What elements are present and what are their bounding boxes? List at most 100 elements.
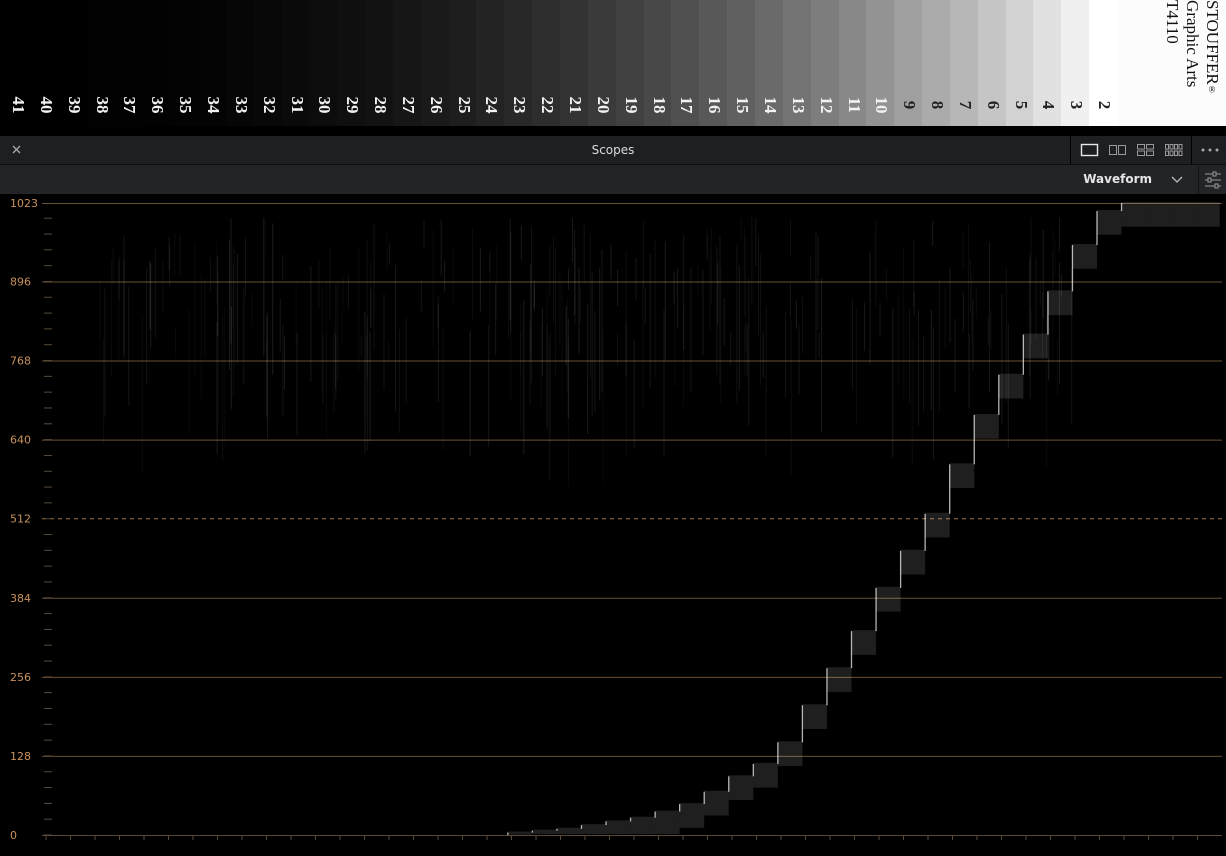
waveform-step-haze	[1195, 202, 1220, 227]
stouffer-label: STOUFFER® Graphic Arts T4110	[1118, 0, 1226, 126]
waveform-step-haze	[900, 549, 926, 575]
step-wedge-strip: 41 40 39 38 37 36 35 34 33 32 31 30 29 28 27 26 25 24 23 22…	[0, 0, 1226, 126]
y-tick-label: 128	[10, 750, 31, 763]
scope-type-label: Waveform	[1083, 172, 1152, 186]
waveform-step-haze	[1097, 210, 1122, 235]
waveform-step-haze	[1023, 333, 1048, 359]
wedge-step-number: 11	[844, 96, 864, 114]
ellipsis-icon	[1201, 148, 1219, 152]
scope-settings-button[interactable]	[1198, 166, 1226, 194]
waveform-step-haze	[974, 413, 999, 439]
wedge-step-number: 7	[955, 100, 975, 110]
layout-eight-icon	[1165, 144, 1183, 156]
wedge-step-number: 33	[231, 96, 251, 114]
waveform-step-haze	[851, 630, 877, 655]
waveform-axis-labels: 1023 896 768 640 512 384 256 128 0	[10, 197, 38, 842]
wedge-step-number: 41	[9, 96, 28, 114]
waveform-plot: 1023 896 768 640 512 384 256 128 0	[10, 197, 1222, 842]
scopes-panel-header: Scopes	[0, 136, 1226, 165]
wedge-step-number: 14	[760, 96, 780, 114]
wedge-step-number: 26	[426, 96, 446, 114]
y-tick-label: 1023	[10, 197, 38, 210]
chevron-down-icon	[1171, 176, 1183, 183]
wedge-step-number: 27	[398, 96, 418, 114]
waveform-step-haze	[998, 373, 1024, 399]
wedge-step-number: 2	[1095, 100, 1115, 110]
waveform-step-haze	[925, 512, 950, 538]
y-tick-label: 512	[10, 513, 31, 526]
layout-single-button[interactable]	[1079, 142, 1101, 158]
waveform-step-haze	[655, 810, 680, 834]
wedge-step-number: 25	[454, 96, 474, 114]
wedge-step-number: 24	[482, 96, 502, 114]
sliders-icon	[1205, 171, 1221, 189]
waveform-step-haze	[753, 762, 778, 788]
wedge-step-number: 20	[593, 96, 613, 114]
wedge-step-number: 16	[705, 96, 725, 114]
y-tick-label: 768	[10, 355, 31, 368]
step-wedge-image: 41 40 39 38 37 36 35 34 33 32 31 30 29 28 27 26 25 24 23 22…	[0, 0, 1226, 136]
y-tick-label: 256	[10, 671, 31, 684]
more-options-button[interactable]	[1198, 142, 1222, 158]
waveform-step-haze	[630, 816, 656, 834]
wedge-step-number: 5	[1011, 100, 1031, 110]
brand-name: STOUFFER®	[1203, 0, 1222, 95]
y-tick-label: 640	[10, 434, 31, 447]
wedge-step-number: 9	[900, 100, 920, 110]
wedge-step-number: 18	[649, 96, 669, 114]
wedge-step-number: 30	[315, 96, 335, 114]
brand-model: T4110	[1163, 0, 1182, 44]
waveform-step-haze	[679, 803, 705, 828]
wedge-step-number: 28	[371, 96, 391, 114]
y-tick-label: 896	[10, 275, 31, 288]
y-tick-label: 384	[10, 592, 31, 605]
layout-quad-button[interactable]	[1135, 142, 1157, 158]
waveform-step-haze	[1146, 202, 1171, 227]
waveform-grid	[42, 203, 1222, 840]
waveform-step-haze	[876, 586, 901, 612]
layout-eight-button[interactable]	[1163, 142, 1185, 158]
waveform-step-haze	[826, 667, 852, 692]
wedge-step-number: 31	[287, 96, 307, 114]
waveform-noise	[103, 217, 1073, 481]
waveform-step-haze	[949, 463, 975, 489]
wedge-step-number: 13	[788, 96, 808, 114]
layout-quad-icon	[1137, 144, 1154, 156]
wedge-step-number: 29	[343, 96, 363, 114]
waveform-step-haze	[802, 704, 827, 729]
layout-dual-button[interactable]	[1107, 142, 1129, 158]
layout-dual-icon	[1109, 145, 1126, 155]
panel-title: Scopes	[591, 143, 635, 157]
wedge-step-number: 22	[538, 96, 558, 114]
waveform-step-haze	[1170, 202, 1196, 227]
wedge-step-number: 35	[176, 96, 196, 114]
brand-subtitle: Graphic Arts	[1183, 0, 1202, 88]
wedge-step-number: 32	[259, 96, 279, 114]
wedge-step-number: 38	[92, 96, 112, 114]
wedge-step-number: 4	[1039, 100, 1059, 110]
wedge-step-number: 21	[566, 96, 585, 114]
waveform-step-haze	[1121, 202, 1147, 227]
scope-toolbar: Waveform	[0, 165, 1226, 194]
scope-type-dropdown[interactable]: Waveform	[1083, 169, 1192, 190]
waveform-step-haze	[1047, 290, 1073, 316]
wedge-step-number: 17	[677, 96, 697, 114]
waveform-scope: 1023 896 768 640 512 384 256 128 0	[0, 194, 1226, 856]
wedge-step-number: 23	[510, 96, 530, 114]
wedge-step-number: 39	[64, 96, 84, 114]
wedge-step-number: 10	[872, 96, 892, 114]
y-tick-label: 0	[10, 829, 17, 842]
layout-toggle-group	[1070, 136, 1192, 164]
wedge-step-number: 15	[733, 96, 753, 114]
wedge-step-number: 6	[983, 100, 1003, 110]
waveform-step-haze	[1072, 244, 1097, 269]
wedge-step-number: 36	[148, 96, 168, 114]
wedge-step-number: 34	[203, 96, 223, 114]
waveform-step-haze	[777, 741, 803, 767]
layout-single-icon	[1080, 143, 1099, 157]
wedge-step-number: 19	[621, 96, 641, 114]
wedge-step-number: 8	[928, 100, 948, 110]
wedge-step-number: 37	[120, 96, 140, 114]
waveform-step-haze	[704, 790, 729, 816]
wedge-step-number: 12	[816, 96, 836, 114]
